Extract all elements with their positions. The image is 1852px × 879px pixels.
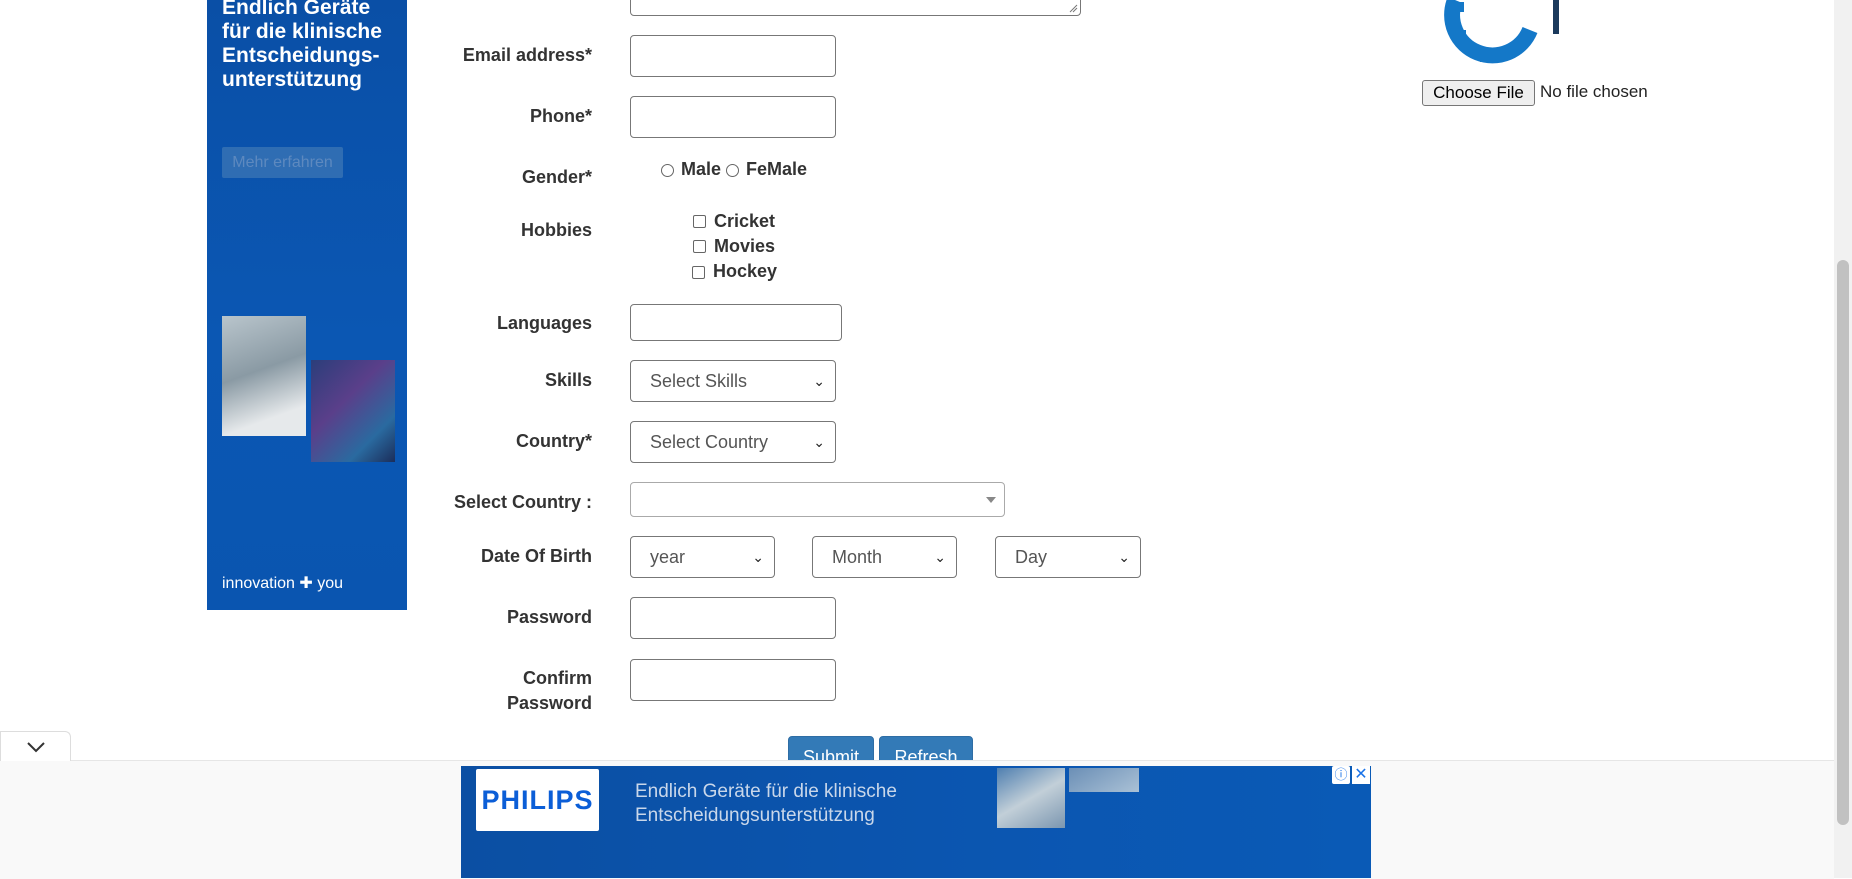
ad-tagline: innovation ✚ you (222, 575, 344, 592)
bottom-ad-photo (997, 768, 1065, 828)
scrollbar-thumb[interactable] (1837, 260, 1849, 825)
resize-handle-icon[interactable] (1068, 3, 1078, 13)
country-select-value: Select Country (650, 432, 769, 452)
skills-select-value: Select Skills (650, 371, 748, 391)
dob-label: Date Of Birth (480, 546, 592, 566)
choose-file-button[interactable]: Choose File (1422, 80, 1535, 106)
collapse-ad-button[interactable] (0, 731, 71, 761)
bottom-ad-line1: Endlich Geräte für die klinische (635, 781, 897, 802)
confirm-password-input[interactable] (630, 659, 836, 701)
languages-label: Languages (496, 313, 592, 333)
select-country-label: Select Country : (453, 492, 592, 512)
languages-input[interactable] (630, 304, 842, 341)
philips-logo: PHILIPS (476, 769, 599, 831)
gender-male-radio[interactable] (661, 164, 674, 177)
file-status-text: No file chosen (1540, 82, 1648, 101)
hobbies-label: Hobbies (520, 220, 592, 240)
hobby-cricket-label: Cricket (714, 211, 776, 231)
phone-input[interactable] (630, 96, 836, 138)
bottom-ad-line2: Entscheidungsunterstützung (635, 805, 875, 826)
select-country-combobox[interactable] (630, 482, 1005, 517)
hobby-movies-label: Movies (714, 236, 776, 256)
gender-male-label: Male (681, 159, 722, 179)
dob-year-value: year (650, 547, 686, 567)
caret-down-icon (986, 497, 996, 503)
chevron-down-icon: ⌄ (752, 549, 764, 565)
confirm-password-label: Confirm Password (506, 668, 592, 713)
dob-month-select[interactable]: Month ⌄ (812, 536, 957, 578)
skills-label: Skills (544, 370, 592, 390)
bottom-ad-text: Endlich Geräte für die klinische Entsche… (635, 780, 897, 828)
close-icon[interactable]: ✕ (1352, 766, 1370, 784)
chevron-down-icon: ⌄ (934, 549, 946, 565)
address-textarea[interactable] (630, 0, 1081, 16)
chevron-down-icon: ⌄ (813, 434, 825, 450)
chevron-down-icon: ⌄ (813, 373, 825, 389)
dob-day-select[interactable]: Day ⌄ (995, 536, 1141, 578)
password-label: Password (506, 607, 592, 627)
country-label: Country* (516, 431, 592, 451)
ad-photo-patient (222, 316, 306, 436)
hobby-cricket-checkbox[interactable] (693, 215, 706, 228)
hobby-movies-checkbox[interactable] (693, 240, 706, 253)
side-advertisement[interactable]: Endlich Geräte für die klinische Entsche… (207, 0, 407, 610)
hobby-hockey-label: Hockey (713, 261, 778, 281)
chevron-down-icon: ⌄ (1118, 549, 1130, 565)
dob-year-select[interactable]: year ⌄ (630, 536, 775, 578)
adchoices-icon[interactable]: ⓘ (1332, 766, 1350, 784)
ad-photo-monitor (311, 360, 395, 462)
gender-female-radio[interactable] (726, 164, 739, 177)
philips-logo-text: PHILIPS (481, 785, 594, 815)
bottom-advertisement[interactable]: PHILIPS Endlich Geräte für die klinische… (461, 766, 1371, 878)
password-input[interactable] (630, 597, 836, 639)
country-select[interactable]: Select Country ⌄ (630, 421, 836, 463)
phone-label: Phone* (529, 106, 592, 126)
email-label: Email address* (462, 45, 592, 65)
gender-label: Gender* (521, 167, 592, 187)
email-input[interactable] (630, 35, 836, 77)
ad-headline: Endlich Geräte für die klinische Entsche… (222, 0, 382, 91)
bottom-ad-photo-small (1069, 768, 1139, 792)
skills-select[interactable]: Select Skills ⌄ (630, 360, 836, 402)
ad-learn-more-button[interactable]: Mehr erfahren (222, 147, 343, 178)
gender-female-label: FeMale (746, 159, 808, 179)
hobby-hockey-checkbox[interactable] (692, 266, 705, 279)
gear-icon (1444, 0, 1559, 64)
dob-day-value: Day (1015, 547, 1048, 567)
chevron-down-icon (26, 742, 45, 753)
dob-month-value: Month (832, 547, 883, 567)
